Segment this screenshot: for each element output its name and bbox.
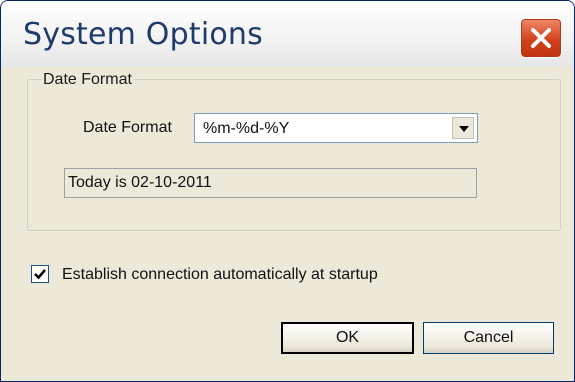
date-format-select[interactable]: %m-%d-%Y xyxy=(194,113,478,143)
ok-button[interactable]: OK xyxy=(281,322,414,354)
close-icon xyxy=(531,28,551,48)
auto-connect-checkbox[interactable] xyxy=(31,265,49,283)
date-format-group xyxy=(27,79,561,231)
date-format-group-legend: Date Format xyxy=(41,71,134,89)
dropdown-arrow-button[interactable] xyxy=(452,117,474,139)
dialog-window: System Options Date Format Date Format %… xyxy=(0,0,575,382)
window-title: System Options xyxy=(23,17,263,52)
cancel-button[interactable]: Cancel xyxy=(423,322,554,354)
chevron-down-icon xyxy=(459,126,469,132)
date-preview-text: Today is 02-10-2011 xyxy=(68,174,212,191)
checkmark-icon xyxy=(34,269,46,280)
title-bar[interactable]: System Options xyxy=(1,1,574,67)
date-format-label: Date Format xyxy=(83,119,172,136)
date-preview-field: Today is 02-10-2011 xyxy=(64,168,477,198)
close-button[interactable] xyxy=(520,18,562,58)
dialog-body: Date Format Date Format %m-%d-%Y Today i… xyxy=(11,67,564,373)
auto-connect-label[interactable]: Establish connection automatically at st… xyxy=(62,266,378,284)
date-format-select-value: %m-%d-%Y xyxy=(203,120,290,137)
